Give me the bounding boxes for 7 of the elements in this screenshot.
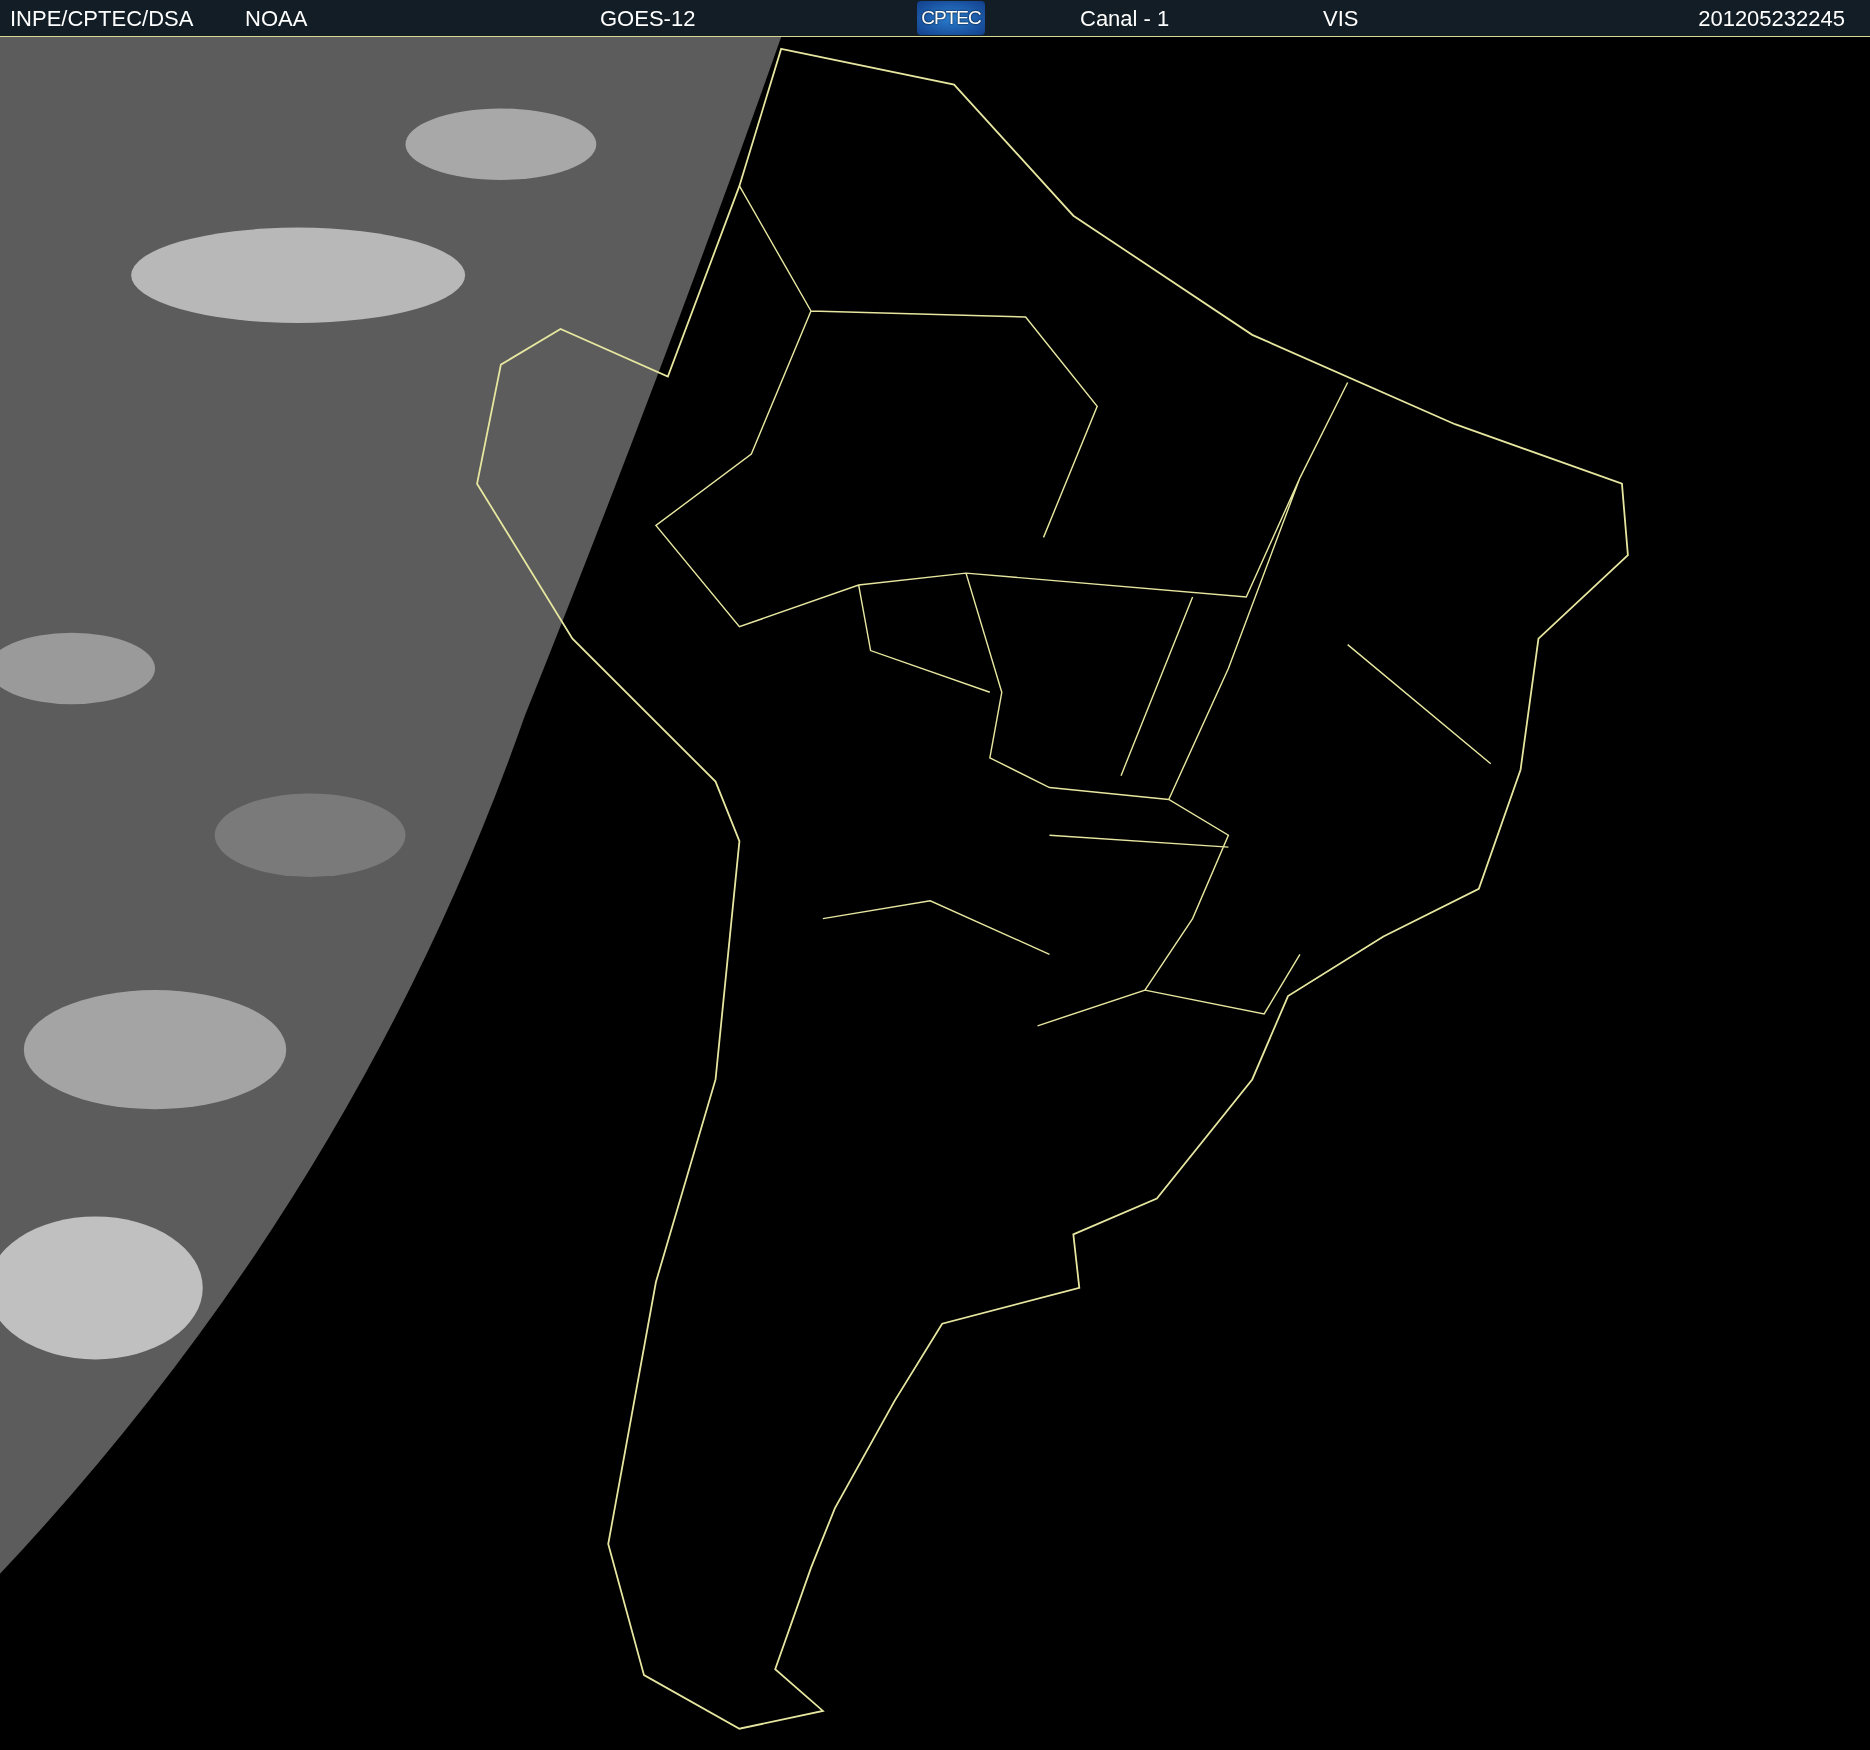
- timestamp: 201205232245: [1698, 4, 1845, 33]
- header-label: INPE/CPTEC/DSA: [10, 4, 195, 33]
- header-label: Canal - 1: [1080, 4, 1171, 33]
- logo: CPTEC: [917, 1, 985, 35]
- header-label: NOAA: [245, 4, 309, 33]
- header-label: VIS: [1323, 4, 1360, 33]
- header-label: GOES-12: [600, 4, 697, 33]
